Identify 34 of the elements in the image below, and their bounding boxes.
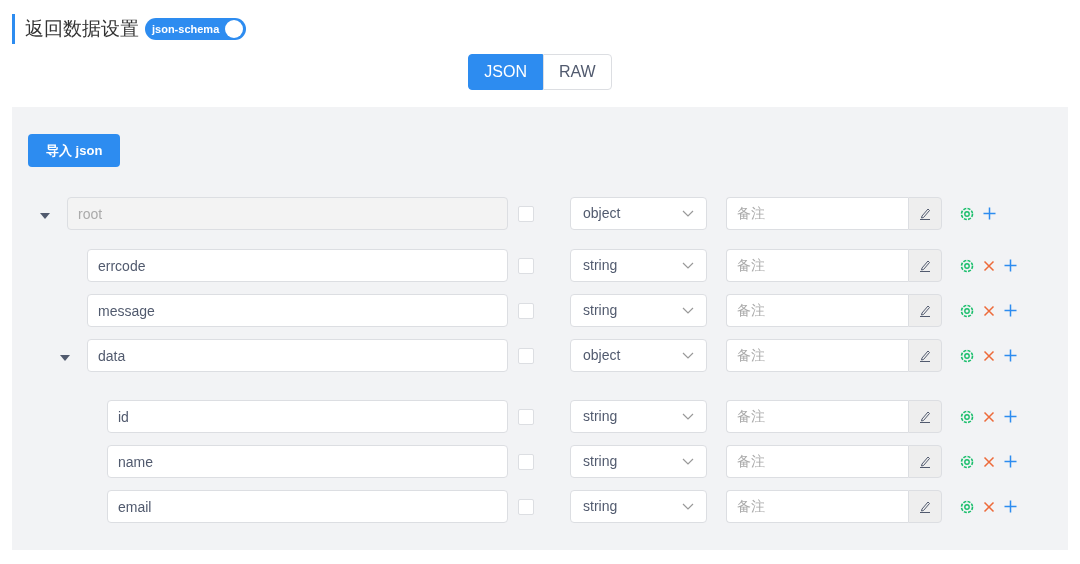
edit-button[interactable] [908, 249, 942, 282]
chevron-icon [682, 307, 694, 314]
settings-icon[interactable] [960, 454, 974, 469]
edit-button[interactable] [908, 400, 942, 433]
pencil-icon [919, 410, 931, 423]
chevron-icon [682, 210, 694, 217]
add-icon[interactable] [1004, 259, 1017, 272]
add-icon[interactable] [1004, 349, 1017, 362]
settings-icon[interactable] [960, 303, 974, 318]
settings-icon[interactable] [960, 409, 974, 424]
pencil-icon [919, 207, 931, 220]
add-icon[interactable] [1004, 304, 1017, 317]
pencil-icon [919, 259, 931, 272]
settings-icon[interactable] [960, 258, 974, 273]
pencil-icon [919, 304, 931, 317]
edit-button[interactable] [908, 490, 942, 523]
chevron-icon [682, 262, 694, 269]
edit-button[interactable] [908, 339, 942, 372]
chevron-icon [682, 458, 694, 465]
add-icon[interactable] [1004, 455, 1017, 468]
chevron-icon [682, 413, 694, 420]
settings-icon[interactable] [960, 348, 974, 363]
edit-button[interactable] [908, 445, 942, 478]
chevron-icon [682, 352, 694, 359]
edit-button[interactable] [908, 294, 942, 327]
chevron-icon [682, 503, 694, 510]
pencil-icon [919, 349, 931, 362]
settings-icon[interactable] [960, 499, 974, 514]
section-title: 返回数据设置 [12, 14, 139, 44]
pencil-icon [919, 455, 931, 468]
add-icon[interactable] [1004, 410, 1017, 423]
tab[interactable]: RAW [542, 54, 612, 90]
pencil-icon [919, 500, 931, 513]
add-icon[interactable] [1004, 500, 1017, 513]
